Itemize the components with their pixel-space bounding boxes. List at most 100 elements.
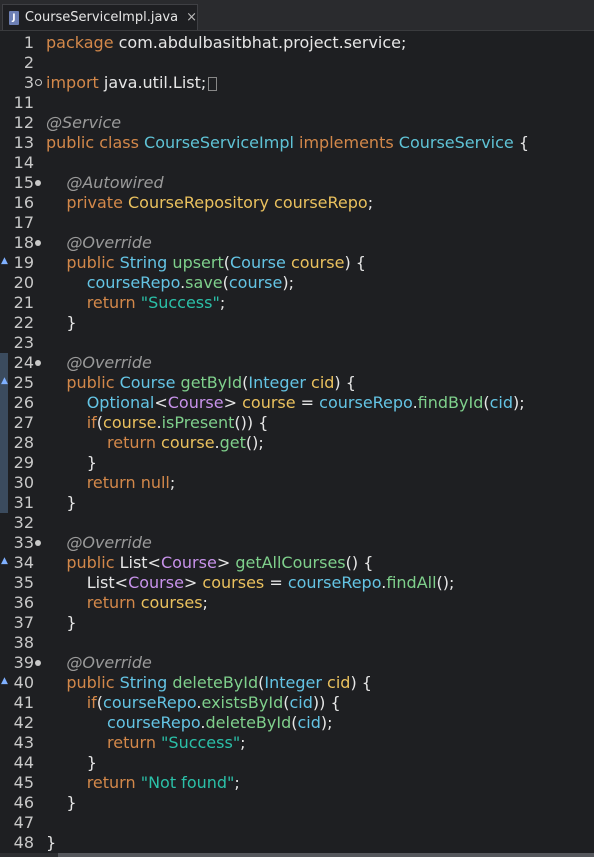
code-text: } xyxy=(46,453,97,472)
code-text: } xyxy=(46,493,77,512)
collapse-fold-icon[interactable] xyxy=(35,180,41,186)
line-number: 16 xyxy=(13,193,34,212)
code-line[interactable]: 44 } xyxy=(0,753,594,773)
code-line[interactable]: 22 } xyxy=(0,313,594,333)
code-line[interactable]: 24 @Override xyxy=(0,353,594,373)
collapse-fold-icon[interactable] xyxy=(35,660,41,666)
code-line[interactable]: 32 xyxy=(0,513,594,533)
code-text: package com.abdulbasitbhat.project.servi… xyxy=(46,33,407,52)
collapse-fold-icon[interactable] xyxy=(35,540,41,546)
code-text: } xyxy=(46,793,77,812)
line-number: 46 xyxy=(13,793,34,812)
scrollbar-thumb[interactable] xyxy=(58,853,594,857)
code-text: @Override xyxy=(46,353,152,372)
code-line[interactable]: 31 } xyxy=(0,493,594,513)
code-text: courseRepo.deleteById(cid); xyxy=(46,713,333,732)
code-editor[interactable]: 1 package com.abdulbasitbhat.project.serv… xyxy=(0,31,594,857)
code-line[interactable]: 47 xyxy=(0,813,594,833)
code-line[interactable]: 1 package com.abdulbasitbhat.project.serv… xyxy=(0,33,594,53)
horizontal-scrollbar[interactable] xyxy=(0,853,594,857)
code-line[interactable]: 41 if(courseRepo.existsById(cid)) { xyxy=(0,693,594,713)
change-marker xyxy=(0,393,8,413)
code-text: return null; xyxy=(46,473,176,492)
collapse-fold-icon[interactable] xyxy=(35,240,41,246)
code-line[interactable]: 2 xyxy=(0,53,594,73)
line-number: 3 xyxy=(23,73,34,92)
code-line[interactable]: 23 xyxy=(0,333,594,353)
code-line[interactable]: 39 @Override xyxy=(0,653,594,673)
line-number: 12 xyxy=(13,113,34,132)
code-text: public String deleteById(Integer cid) { xyxy=(46,673,372,692)
code-text: @Autowired xyxy=(46,173,164,192)
override-icon: ▲ xyxy=(1,256,8,266)
code-line[interactable]: 42 courseRepo.deleteById(cid); xyxy=(0,713,594,733)
code-line[interactable]: ▲ 40 public String deleteById(Integer cid… xyxy=(0,673,594,693)
code-line[interactable]: 45 return "Not found"; xyxy=(0,773,594,793)
line-number: 37 xyxy=(13,613,34,632)
line-number: 26 xyxy=(13,393,34,412)
collapse-fold-icon[interactable] xyxy=(35,360,41,366)
code-line[interactable]: 29 } xyxy=(0,453,594,473)
code-line[interactable]: 3 import java.util.List; xyxy=(0,73,594,93)
code-line[interactable]: 43 return "Success"; xyxy=(0,733,594,753)
code-text: } xyxy=(46,753,97,772)
line-number: 47 xyxy=(13,813,34,832)
line-number: 17 xyxy=(13,213,34,232)
editor-tab[interactable]: J CourseServiceImpl.java × xyxy=(2,4,198,30)
change-marker xyxy=(0,473,8,493)
code-line[interactable]: 38 xyxy=(0,633,594,653)
code-text: import java.util.List; xyxy=(46,73,218,93)
code-line[interactable]: 12 @Service xyxy=(0,113,594,133)
code-line[interactable]: ▲ 34 public List<Course> getAllCourses() … xyxy=(0,553,594,573)
line-number: 38 xyxy=(13,633,34,652)
line-number: 20 xyxy=(13,273,34,292)
line-number: 14 xyxy=(13,153,34,172)
code-line[interactable]: 46 } xyxy=(0,793,594,813)
code-text: public class CourseServiceImpl implement… xyxy=(46,133,530,152)
code-line[interactable]: 26 Optional<Course> course = courseRepo.… xyxy=(0,393,594,413)
code-line[interactable]: 13 public class CourseServiceImpl impleme… xyxy=(0,133,594,153)
code-line[interactable]: 48} xyxy=(0,833,594,853)
code-line[interactable]: ▲ 25 public Course getById(Integer cid) { xyxy=(0,373,594,393)
code-line[interactable]: 15 @Autowired xyxy=(0,173,594,193)
line-number: 35 xyxy=(13,573,34,592)
change-marker xyxy=(0,453,8,473)
line-number: 45 xyxy=(13,773,34,792)
editor-tab-bar: J CourseServiceImpl.java × xyxy=(0,0,594,31)
code-line[interactable]: 37 } xyxy=(0,613,594,633)
line-number: 44 xyxy=(13,753,34,772)
code-line[interactable]: 35 List<Course> courses = courseRepo.fin… xyxy=(0,573,594,593)
expand-fold-icon[interactable] xyxy=(35,79,42,86)
code-line[interactable]: 36 return courses; xyxy=(0,593,594,613)
code-text: return "Success"; xyxy=(46,733,246,752)
close-icon[interactable]: × xyxy=(186,10,197,25)
line-number: 22 xyxy=(13,313,34,332)
code-line[interactable]: 33 @Override xyxy=(0,533,594,553)
code-line[interactable]: 30 return null; xyxy=(0,473,594,493)
code-line[interactable]: 11 xyxy=(0,93,594,113)
code-text: } xyxy=(46,313,77,332)
folded-block-icon[interactable] xyxy=(208,76,218,91)
change-marker xyxy=(0,433,8,453)
line-number: 24 xyxy=(13,353,34,372)
code-line[interactable]: 18 @Override xyxy=(0,233,594,253)
line-number: 34 xyxy=(13,553,34,572)
code-line[interactable]: 17 xyxy=(0,213,594,233)
code-text: return "Success"; xyxy=(46,293,226,312)
code-line[interactable]: 20 courseRepo.save(course); xyxy=(0,273,594,293)
code-line[interactable]: 16 private CourseRepository courseRepo; xyxy=(0,193,594,213)
line-number: 43 xyxy=(13,733,34,752)
line-number: 25 xyxy=(13,373,34,392)
override-icon: ▲ xyxy=(1,676,8,686)
code-text: courseRepo.save(course); xyxy=(46,273,294,292)
code-line[interactable]: 27 if(course.isPresent()) { xyxy=(0,413,594,433)
code-text: List<Course> courses = courseRepo.findAl… xyxy=(46,573,455,592)
code-text: @Service xyxy=(46,113,122,132)
code-line[interactable]: 28 return course.get(); xyxy=(0,433,594,453)
line-number: 48 xyxy=(13,833,34,852)
code-text: return courses; xyxy=(46,593,208,612)
code-line[interactable]: 21 return "Success"; xyxy=(0,293,594,313)
code-line[interactable]: ▲ 19 public String upsert(Course course) … xyxy=(0,253,594,273)
code-line[interactable]: 14 xyxy=(0,153,594,173)
line-number: 33 xyxy=(13,533,34,552)
